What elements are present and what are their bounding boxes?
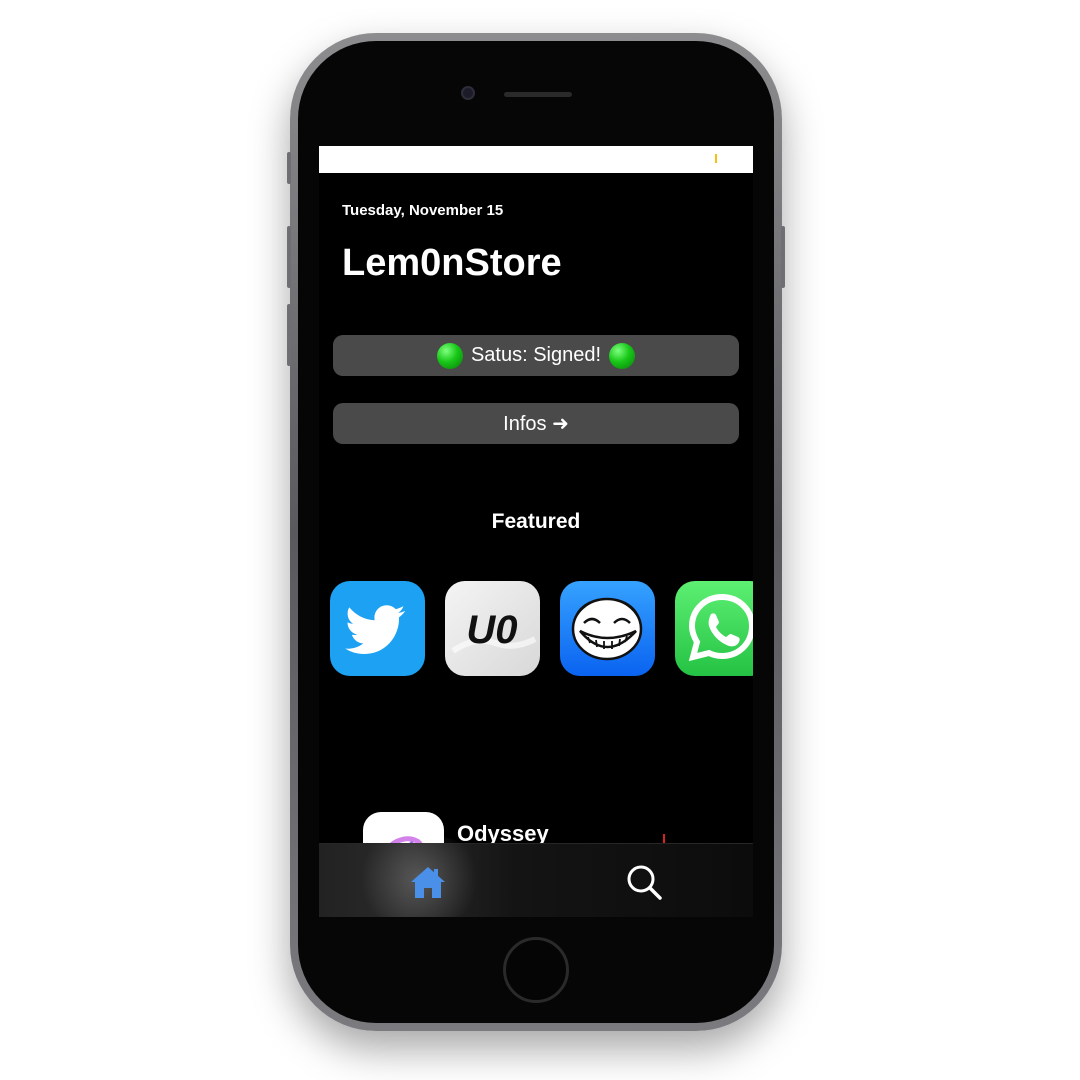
tab-search[interactable] [624, 862, 664, 902]
green-circle-icon [436, 342, 463, 369]
status-bar [319, 146, 753, 173]
whatsapp-icon[interactable] [675, 581, 753, 676]
volume-up-button [287, 226, 291, 288]
home-button[interactable] [503, 937, 569, 1003]
featured-apps: U0 [330, 581, 753, 676]
status-button[interactable]: Satus: Signed! [333, 335, 739, 376]
featured-heading: Featured [491, 510, 581, 533]
trollface-icon[interactable] [560, 581, 655, 676]
power-button [781, 226, 785, 288]
date-label: Tuesday, November 15 [342, 202, 504, 219]
green-circle-icon [609, 342, 636, 369]
page-title: Lem0nStore [342, 242, 562, 284]
unc0ver-icon[interactable]: U0 [445, 581, 540, 676]
twitter-icon[interactable] [330, 581, 425, 676]
front-camera [461, 86, 475, 100]
mute-switch [287, 152, 291, 184]
screen: Tuesday, November 15 Lem0nStore Satus: S… [319, 146, 753, 917]
infos-label: Infos ➜ [503, 413, 569, 435]
status-label: Satus: Signed! [470, 344, 602, 366]
earpiece-speaker [504, 92, 572, 97]
home-icon [411, 867, 445, 898]
tab-home[interactable] [408, 862, 448, 902]
tab-bar [319, 834, 753, 917]
volume-down-button [287, 304, 291, 366]
status-indicator [715, 154, 717, 163]
unc0ver-logo-text: U0 [466, 608, 517, 652]
infos-button[interactable]: Infos ➜ [333, 403, 739, 444]
search-icon [627, 865, 662, 900]
